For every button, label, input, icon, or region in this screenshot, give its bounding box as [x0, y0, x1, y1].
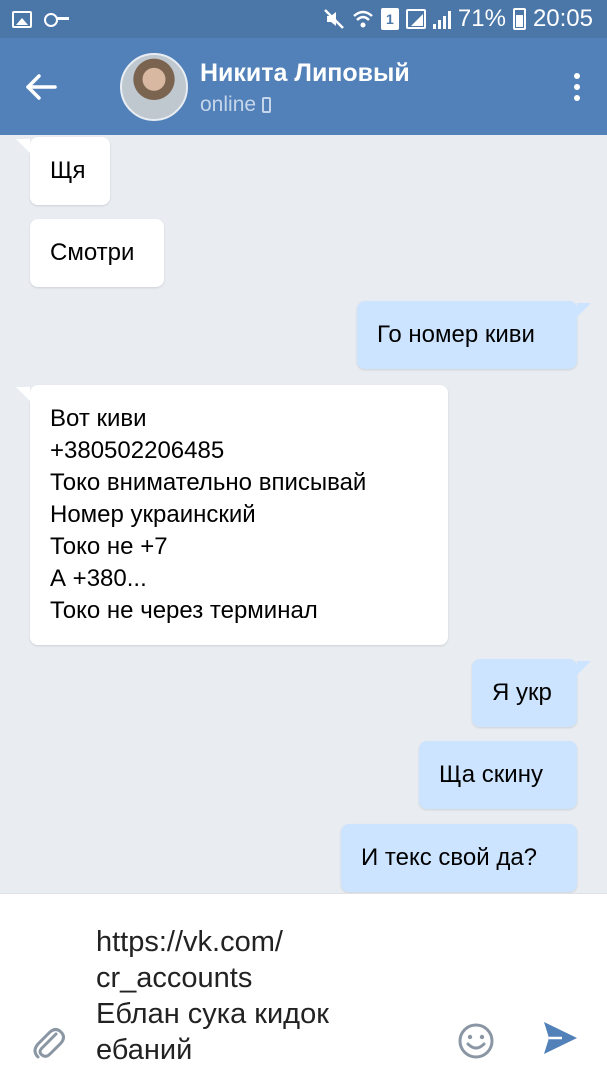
send-icon	[544, 1022, 577, 1054]
send-button[interactable]	[540, 1018, 580, 1058]
status-bar: 1 71% 20:05	[0, 0, 607, 38]
message-line: Номер украинский	[50, 501, 256, 528]
message-line: +380502206485	[50, 437, 225, 464]
message-text: Ща скину	[439, 761, 543, 788]
message-bubble-outgoing[interactable]: Го номер киви	[357, 301, 591, 369]
back-button[interactable]	[0, 38, 82, 135]
contact-info[interactable]: Никита Липовый online	[200, 57, 547, 117]
emoji-icon	[458, 1023, 494, 1059]
message-line: Вот киви	[50, 405, 147, 432]
phone-icon	[262, 96, 272, 113]
wifi-icon	[353, 10, 373, 28]
online-status: online	[200, 92, 257, 116]
mute-icon	[324, 9, 344, 29]
battery-percent: 71%	[457, 5, 506, 32]
message-bubble-incoming[interactable]: Смотри	[30, 219, 164, 287]
more-vert-icon-dot	[574, 72, 580, 79]
emoji-button[interactable]	[457, 1022, 495, 1060]
message-bubble-incoming[interactable]: Вот киви +380502206485 Токо внимательно …	[16, 385, 448, 645]
chat-header: Никита Липовый online	[0, 38, 607, 135]
message-list[interactable]: Щя Смотри Го номер киви Вот киви +380502…	[0, 135, 607, 893]
message-text: Щя	[50, 157, 86, 184]
message-text: И текс свой да?	[361, 844, 538, 871]
more-vert-icon-dot	[574, 94, 580, 101]
contact-name: Никита Липовый	[200, 58, 410, 87]
battery-icon	[512, 8, 526, 30]
back-arrow-icon	[26, 73, 57, 100]
contact-status: online	[200, 93, 547, 117]
more-options-button[interactable]	[547, 38, 607, 135]
status-right: 1 71% 20:05	[323, 5, 593, 33]
message-line: Токо не +7	[50, 533, 168, 560]
attach-icon	[33, 1028, 65, 1059]
status-left	[12, 10, 70, 28]
attach-button[interactable]	[28, 1022, 68, 1062]
more-vert-icon-dot	[574, 83, 580, 90]
message-bubble-outgoing[interactable]: Я укр	[472, 659, 591, 727]
clock: 20:05	[532, 5, 593, 32]
key-icon	[44, 12, 70, 27]
sim-icon: 1	[380, 8, 399, 30]
message-line: Токо внимательно вписывай	[50, 469, 367, 496]
message-line: А +380...	[50, 565, 147, 592]
gallery-icon	[12, 10, 32, 28]
signal-icon	[432, 9, 451, 29]
message-text: Я укр	[492, 679, 552, 706]
message-bubble-incoming[interactable]: Щя	[16, 137, 110, 205]
message-text: Смотри	[50, 239, 135, 266]
message-line: Токо не через терминал	[50, 597, 318, 624]
avatar[interactable]	[120, 52, 188, 121]
signal-frame-icon	[405, 9, 426, 29]
composer: https://vk.com/ cr_accounts Еблан сука к…	[0, 893, 607, 1080]
message-bubble-outgoing[interactable]: И текс свой да?	[341, 824, 577, 892]
message-bubble-outgoing[interactable]: Ща скину	[419, 741, 577, 809]
message-input[interactable]: https://vk.com/ cr_accounts Еблан сука к…	[96, 924, 436, 1068]
message-text: Го номер киви	[377, 321, 535, 348]
